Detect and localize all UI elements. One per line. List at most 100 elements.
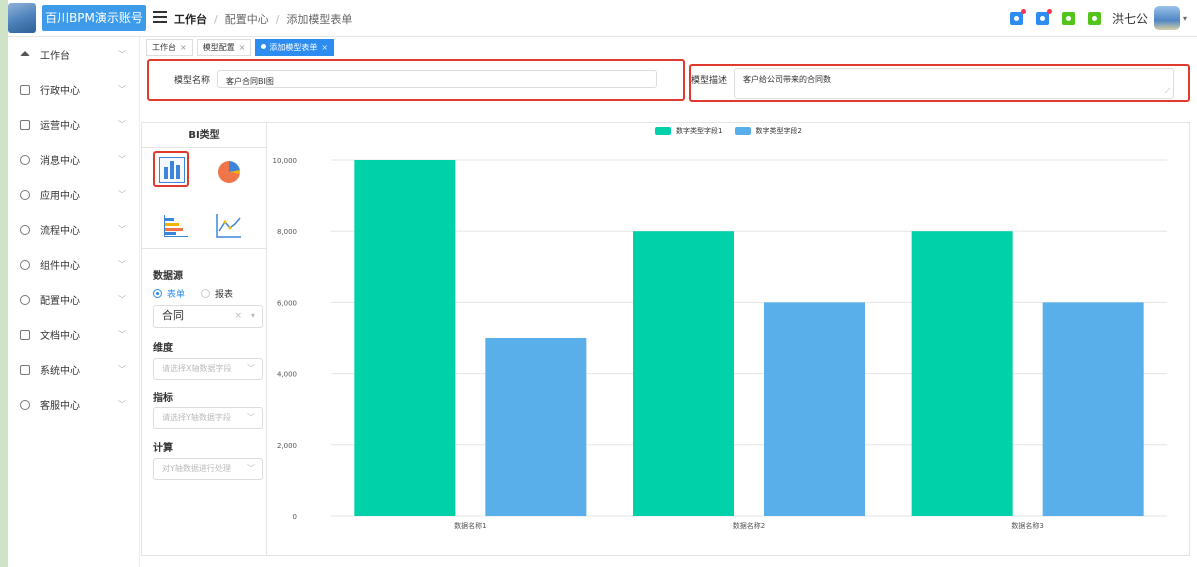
- left-edge-strip: [0, 0, 8, 567]
- tab-label: 工作台: [152, 43, 176, 52]
- tab-workbench[interactable]: 工作台 ×: [146, 39, 193, 56]
- lock-icon[interactable]: [1087, 11, 1101, 25]
- horizontal-bar-icon: [164, 215, 188, 237]
- y-tick-label: 0: [293, 513, 297, 521]
- calc-select[interactable]: 对Y轴数据进行处理 ﹀: [153, 458, 263, 480]
- datasource-label: 数据源: [153, 271, 183, 282]
- sidebar-item-label: 应用中心: [40, 191, 80, 202]
- top-bar: 百川BPM演示账号 工作台 / 配置中心 / 添加模型表单 洪七公 ▾: [8, 0, 1197, 37]
- close-icon[interactable]: ×: [321, 43, 328, 52]
- home-icon: [20, 50, 30, 56]
- close-icon[interactable]: ×: [180, 43, 187, 52]
- apps-icon: [20, 189, 30, 200]
- app-title[interactable]: 百川BPM演示账号: [42, 5, 146, 31]
- chevron-down-icon: ▾: [250, 311, 255, 320]
- chevron-down-icon: ﹀: [118, 330, 126, 339]
- x-tick-label: 数据名称2: [733, 521, 765, 530]
- sidebar-item-label: 运营中心: [40, 121, 80, 132]
- sidebar-item-components[interactable]: 组件中心 ﹀: [8, 247, 140, 282]
- close-icon[interactable]: ×: [239, 43, 246, 52]
- bar-2: [485, 338, 587, 516]
- model-name-input[interactable]: 客户合同BI图: [217, 70, 657, 88]
- bar-chart-button[interactable]: [153, 151, 189, 187]
- bell-icon[interactable]: [1035, 8, 1052, 25]
- top-icons: 洪七公 ▾: [997, 5, 1187, 31]
- chevron-down-icon: ﹀: [118, 295, 126, 304]
- radio-form[interactable]: [153, 289, 162, 298]
- datasource-select-value: 合同: [162, 309, 184, 322]
- tab-add-model-form[interactable]: 添加模型表单 ×: [255, 39, 335, 56]
- clear-icon[interactable]: ×: [234, 306, 242, 326]
- chevron-down-icon: ﹀: [247, 464, 255, 473]
- sidebar-item-config[interactable]: 配置中心 ﹀: [8, 282, 140, 317]
- pie-chart-button[interactable]: [210, 153, 246, 189]
- user-icon: [20, 399, 30, 410]
- bi-editor: BI类型 数据源 表单 报表 合同 × ▾ 维度 请选择X轴数据字段 ﹀ 指标 …: [141, 122, 1190, 556]
- breadcrumb-item[interactable]: 工作台: [174, 13, 207, 26]
- divider: [142, 248, 266, 249]
- datasource-select[interactable]: 合同 × ▾: [153, 305, 263, 328]
- model-desc-value: 客户给公司带来的合同数: [743, 75, 831, 84]
- chevron-down-icon: ﹀: [247, 413, 255, 422]
- sidebar-item-label: 行政中心: [40, 86, 80, 97]
- pie-chart-icon: [218, 161, 240, 183]
- sidebar-item-label: 流程中心: [40, 226, 80, 237]
- sidebar-item-service[interactable]: 客服中心 ﹀: [8, 387, 140, 422]
- sidebar-item-label: 客服中心: [40, 401, 80, 412]
- datasource-radio-group: 表单 报表: [153, 287, 249, 300]
- y-tick-label: 10,000: [273, 157, 298, 165]
- breadcrumb: 工作台 / 配置中心 / 添加模型表单: [174, 13, 353, 26]
- calc-placeholder: 对Y轴数据进行处理: [162, 464, 231, 473]
- bar-2: [1042, 302, 1144, 516]
- dimension-select[interactable]: 请选择X轴数据字段 ﹀: [153, 358, 263, 380]
- monitor-icon: [20, 119, 30, 130]
- sidebar-item-operations[interactable]: 运营中心 ﹀: [8, 107, 140, 142]
- radio-form-label[interactable]: 表单: [167, 287, 185, 300]
- gear-icon: [20, 294, 30, 305]
- logo-image: [8, 3, 36, 33]
- model-desc-label: 模型描述: [691, 76, 728, 86]
- breadcrumb-item[interactable]: 配置中心: [225, 13, 269, 26]
- radio-report[interactable]: [201, 289, 211, 298]
- sidebar-item-admin[interactable]: 行政中心 ﹀: [8, 72, 140, 107]
- sidebar-item-apps[interactable]: 应用中心 ﹀: [8, 177, 140, 212]
- y-tick-label: 2,000: [277, 442, 297, 450]
- y-tick-label: 8,000: [277, 228, 297, 236]
- metric-label: 指标: [153, 393, 173, 404]
- chevron-down-icon: ﹀: [118, 85, 126, 94]
- metric-select[interactable]: 请选择Y轴数据字段 ﹀: [153, 407, 263, 429]
- chevron-down-icon: ﹀: [118, 155, 126, 164]
- bell-icon: [20, 154, 30, 165]
- sidebar-item-workbench[interactable]: 工作台 ﹀: [8, 37, 140, 72]
- tab-model-config[interactable]: 模型配置 ×: [196, 39, 252, 56]
- sidebar-item-system[interactable]: 系统中心 ﹀: [8, 352, 140, 387]
- line-chart-button[interactable]: [208, 209, 244, 245]
- bi-type-title: BI类型: [142, 123, 266, 148]
- desktop-icon: [20, 364, 30, 375]
- dimension-placeholder: 请选择X轴数据字段: [162, 364, 232, 373]
- chevron-down-icon: ﹀: [118, 225, 126, 234]
- breadcrumb-item: 添加模型表单: [286, 13, 353, 26]
- message-icon[interactable]: [1061, 11, 1075, 25]
- sidebar-item-docs[interactable]: 文档中心 ﹀: [8, 317, 140, 352]
- metric-placeholder: 请选择Y轴数据字段: [162, 413, 231, 422]
- notice-icon[interactable]: [1009, 8, 1026, 25]
- folder-icon: [20, 329, 30, 340]
- chevron-down-icon: ﹀: [118, 400, 126, 409]
- sidebar-item-process[interactable]: 流程中心 ﹀: [8, 212, 140, 247]
- sidebar-item-messages[interactable]: 消息中心 ﹀: [8, 142, 140, 177]
- avatar[interactable]: [1153, 6, 1180, 30]
- user-name[interactable]: 洪七公: [1112, 10, 1148, 27]
- component-icon: [20, 259, 30, 270]
- sidebar-item-label: 工作台: [40, 51, 70, 62]
- bar-chart-icon: [159, 157, 185, 183]
- model-desc-textarea[interactable]: 客户给公司带来的合同数 ⟋: [734, 68, 1174, 99]
- menu-toggle-icon[interactable]: [153, 11, 167, 23]
- sidebar-item-label: 组件中心: [40, 261, 80, 272]
- horizontal-bar-button[interactable]: [154, 209, 190, 245]
- chevron-down-icon[interactable]: ▾: [1183, 14, 1187, 23]
- bar-2: [764, 302, 865, 516]
- resize-handle-icon[interactable]: ⟋: [1165, 87, 1170, 96]
- chevron-down-icon: ﹀: [118, 50, 126, 59]
- radio-report-label[interactable]: 报表: [215, 287, 233, 300]
